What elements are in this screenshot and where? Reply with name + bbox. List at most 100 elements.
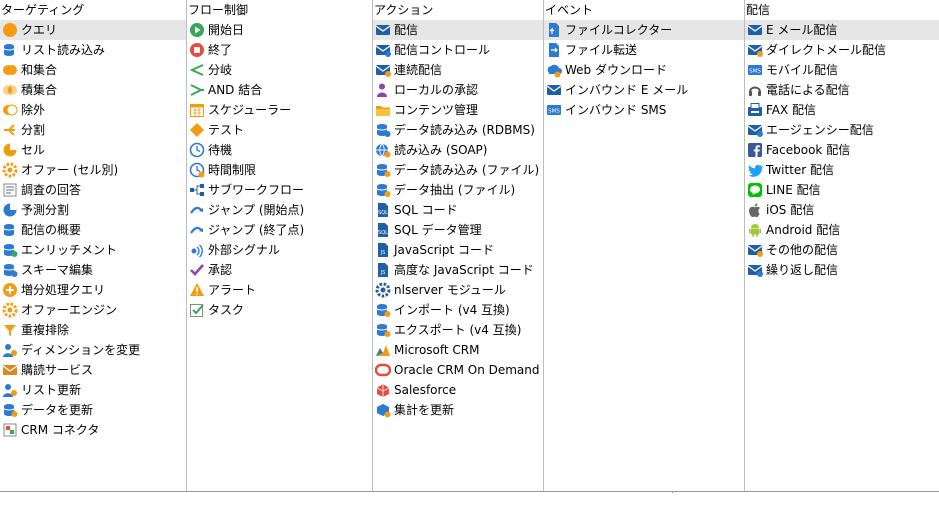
content-management-icon bbox=[375, 102, 391, 118]
activity-item[interactable]: ジャンプ (開始点) bbox=[187, 200, 372, 220]
activity-item[interactable]: Web ダウンロード bbox=[544, 60, 744, 80]
activity-item[interactable]: 配信コントロール bbox=[373, 40, 543, 60]
activity-item[interactable]: Twitter 配信 bbox=[745, 160, 939, 180]
activity-item[interactable]: スケジューラー bbox=[187, 100, 372, 120]
activity-item[interactable]: 予測分割 bbox=[0, 200, 186, 220]
activity-item[interactable]: LINE 配信 bbox=[745, 180, 939, 200]
activity-item[interactable]: データ抽出 (ファイル) bbox=[373, 180, 543, 200]
nlserver-module-icon bbox=[375, 282, 391, 298]
activity-item[interactable]: 電話による配信 bbox=[745, 80, 939, 100]
offer-by-cell-icon bbox=[2, 162, 18, 178]
activity-item[interactable]: 配信の概要 bbox=[0, 220, 186, 240]
fork-icon bbox=[189, 62, 205, 78]
activity-item[interactable]: nlserver モジュール bbox=[373, 280, 543, 300]
activity-item[interactable]: データ読み込み (RDBMS) bbox=[373, 120, 543, 140]
activity-item[interactable]: 集計を更新 bbox=[373, 400, 543, 420]
activity-item[interactable]: 連続配信 bbox=[373, 60, 543, 80]
activity-item[interactable]: 承認 bbox=[187, 260, 372, 280]
activity-item[interactable]: 終了 bbox=[187, 40, 372, 60]
activity-item[interactable]: ファイル転送 bbox=[544, 40, 744, 60]
data-extraction-file-icon bbox=[375, 182, 391, 198]
activity-label: 繰り返し配信 bbox=[766, 263, 839, 277]
activity-item[interactable]: 時間制限 bbox=[187, 160, 372, 180]
activity-item[interactable]: ローカルの承認 bbox=[373, 80, 543, 100]
activity-label: SQL データ管理 bbox=[394, 223, 482, 237]
activity-item[interactable]: 購読サービス bbox=[0, 360, 186, 380]
activity-item[interactable]: iOS 配信 bbox=[745, 200, 939, 220]
activity-item[interactable]: 分岐 bbox=[187, 60, 372, 80]
activity-label: Twitter 配信 bbox=[766, 163, 835, 177]
activity-label: 終了 bbox=[208, 43, 233, 57]
activity-item[interactable]: 増分処理クエリ bbox=[0, 280, 186, 300]
activity-item[interactable]: エージェンシー配信 bbox=[745, 120, 939, 140]
activity-item[interactable]: 開始日 bbox=[187, 20, 372, 40]
activity-item[interactable]: スキーマ編集 bbox=[0, 260, 186, 280]
deduplication-icon bbox=[2, 322, 18, 338]
activity-item[interactable]: その他の配信 bbox=[745, 240, 939, 260]
activity-item[interactable]: 和集合 bbox=[0, 60, 186, 80]
exclusion-icon bbox=[2, 102, 18, 118]
activity-item[interactable]: SQL SQL データ管理 bbox=[373, 220, 543, 240]
column-header: 配信 bbox=[746, 3, 771, 17]
activity-item[interactable]: サブワークフロー bbox=[187, 180, 372, 200]
activity-item[interactable]: テスト bbox=[187, 120, 372, 140]
activity-label: 配信の概要 bbox=[21, 223, 82, 237]
activity-item[interactable]: Facebook 配信 bbox=[745, 140, 939, 160]
activity-item[interactable]: データを更新 bbox=[0, 400, 186, 420]
activity-item[interactable]: CRM コネクタ bbox=[0, 420, 186, 440]
activity-item[interactable]: 待機 bbox=[187, 140, 372, 160]
activity-item[interactable]: インポート (v4 互換) bbox=[373, 300, 543, 320]
activity-item[interactable]: 配信 bbox=[373, 20, 543, 40]
microsoft-crm-icon bbox=[375, 342, 391, 358]
activity-item[interactable]: タスク bbox=[187, 300, 372, 320]
activity-item[interactable]: FAX 配信 bbox=[745, 100, 939, 120]
activity-item[interactable]: インバウンド E メール bbox=[544, 80, 744, 100]
activity-item[interactable]: 分割 bbox=[0, 120, 186, 140]
activity-item[interactable]: JS JavaScript コード bbox=[373, 240, 543, 260]
cell-icon bbox=[2, 142, 18, 158]
activity-item[interactable]: セル bbox=[0, 140, 186, 160]
activity-item[interactable]: リスト読み込み bbox=[0, 40, 186, 60]
subscription-services-icon bbox=[2, 362, 18, 378]
activity-item[interactable]: データ読み込み (ファイル) bbox=[373, 160, 543, 180]
activity-item[interactable]: ファイルコレクター bbox=[544, 20, 744, 40]
activity-label: CRM コネクタ bbox=[21, 423, 100, 437]
activity-item[interactable]: SMS インバウンド SMS bbox=[544, 100, 744, 120]
activity-label: 重複排除 bbox=[21, 323, 70, 337]
activity-item[interactable]: JS 高度な JavaScript コード bbox=[373, 260, 543, 280]
activity-label: 連続配信 bbox=[394, 63, 443, 77]
activity-item[interactable]: ディメンションを変更 bbox=[0, 340, 186, 360]
time-limit-icon bbox=[189, 162, 205, 178]
offer-engine-icon bbox=[2, 302, 18, 318]
activity-item[interactable]: Android 配信 bbox=[745, 220, 939, 240]
activity-item[interactable]: 積集合 bbox=[0, 80, 186, 100]
activity-label: 調査の回答 bbox=[21, 183, 82, 197]
activity-item[interactable]: Microsoft CRM bbox=[373, 340, 543, 360]
activity-label: SQL コード bbox=[394, 203, 458, 217]
activity-item[interactable]: アラート bbox=[187, 280, 372, 300]
activity-item[interactable]: Oracle CRM On Demand bbox=[373, 360, 543, 380]
activity-item[interactable]: オファー (セル別) bbox=[0, 160, 186, 180]
activity-item[interactable]: 除外 bbox=[0, 100, 186, 120]
activity-item[interactable]: ダイレクトメール配信 bbox=[745, 40, 939, 60]
activity-item[interactable]: コンテンツ管理 bbox=[373, 100, 543, 120]
activity-item[interactable]: ジャンプ (終了点) bbox=[187, 220, 372, 240]
activity-item[interactable]: Salesforce bbox=[373, 380, 543, 400]
update-aggregate-icon bbox=[375, 402, 391, 418]
other-delivery-icon bbox=[747, 242, 763, 258]
activity-item[interactable]: AND 結合 bbox=[187, 80, 372, 100]
activity-item[interactable]: エクスポート (v4 互換) bbox=[373, 320, 543, 340]
activity-item[interactable]: クエリ bbox=[0, 20, 186, 40]
activity-item[interactable]: エンリッチメント bbox=[0, 240, 186, 260]
activity-item[interactable]: SQL SQL コード bbox=[373, 200, 543, 220]
activity-item[interactable]: 読み込み (SOAP) bbox=[373, 140, 543, 160]
activity-item[interactable]: 重複排除 bbox=[0, 320, 186, 340]
activity-item[interactable]: 繰り返し配信 bbox=[745, 260, 939, 280]
svg-text:JS: JS bbox=[380, 270, 386, 276]
activity-item[interactable]: オファーエンジン bbox=[0, 300, 186, 320]
activity-item[interactable]: SMS モバイル配信 bbox=[745, 60, 939, 80]
activity-item[interactable]: 外部シグナル bbox=[187, 240, 372, 260]
activity-item[interactable]: リスト更新 bbox=[0, 380, 186, 400]
activity-item[interactable]: 調査の回答 bbox=[0, 180, 186, 200]
activity-item[interactable]: E メール配信 bbox=[745, 20, 939, 40]
